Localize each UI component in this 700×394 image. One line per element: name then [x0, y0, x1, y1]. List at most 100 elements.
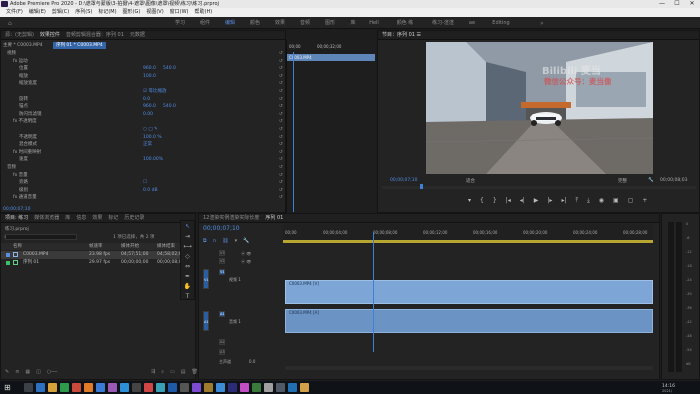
automate-icon[interactable]: ⇶: [151, 369, 155, 375]
track-target-a3[interactable]: A3: [219, 349, 225, 355]
effect-property-row[interactable]: 级别 0.0 dB ↺: [3, 188, 286, 194]
reset-parameter-icon[interactable]: ↺: [279, 180, 283, 186]
taskbar-app-icon[interactable]: [144, 383, 153, 392]
minimize-button[interactable]: —: [655, 0, 669, 8]
taskbar-app-icon[interactable]: [192, 383, 201, 392]
reset-parameter-icon[interactable]: ↺: [279, 142, 283, 148]
effect-property-value[interactable]: 0.00: [143, 112, 153, 118]
effect-property-row[interactable]: fx 音量 ↺: [3, 173, 286, 179]
menu-file[interactable]: 文件(F): [6, 8, 23, 17]
vr-icon[interactable]: ▢: [628, 197, 634, 205]
effect-property-value[interactable]: 100.0 %: [143, 135, 162, 141]
new-item-icon[interactable]: ▤: [181, 369, 186, 375]
reset-parameter-icon[interactable]: ↺: [279, 165, 283, 171]
reset-parameter-icon[interactable]: ↺: [279, 89, 283, 95]
play-button[interactable]: ▶: [534, 197, 539, 205]
program-scrub-bar[interactable]: [382, 186, 696, 189]
menu-view[interactable]: 视图(V): [146, 8, 163, 17]
reset-parameter-icon[interactable]: ↺: [279, 51, 283, 57]
program-video-frame[interactable]: Bilibili 麦当 微信公众号：麦当像: [426, 42, 653, 174]
track-target-v3[interactable]: V3: [219, 250, 225, 256]
wrench-icon[interactable]: 🔧: [648, 178, 654, 183]
lift-icon[interactable]: ⤒: [575, 197, 578, 205]
tab-project[interactable]: 项目: 练习: [5, 214, 28, 222]
taskbar-app-icon[interactable]: [72, 383, 81, 392]
taskbar-app-icon[interactable]: [288, 383, 297, 392]
maximize-button[interactable]: ☐: [670, 0, 684, 8]
pen-tool-icon[interactable]: ✒: [185, 273, 190, 280]
zoom-slider[interactable]: ○──: [47, 369, 57, 375]
tab-audio-mixer[interactable]: 音频剪辑混合器：序列 01: [66, 31, 124, 39]
taskbar-app-icon[interactable]: [84, 383, 93, 392]
menu-help[interactable]: 帮助(H): [195, 8, 213, 17]
menu-graphics[interactable]: 图形(G): [123, 8, 141, 17]
reset-parameter-icon[interactable]: ↺: [279, 157, 283, 163]
reset-parameter-icon[interactable]: ↺: [279, 74, 283, 80]
ec-clip-bar[interactable]: C0003.MP4: [287, 54, 375, 61]
tab-libraries[interactable]: 库: [65, 214, 70, 222]
reset-parameter-icon[interactable]: ↺: [279, 104, 283, 110]
freeform-view-icon[interactable]: ◫: [36, 369, 41, 375]
more-workspaces-icon[interactable]: »: [540, 20, 544, 27]
find-icon[interactable]: ⌕: [161, 369, 164, 375]
effect-property-row[interactable]: 防闪烁滤镜 0.00 ↺: [3, 112, 286, 118]
workspace-tab-assembly[interactable]: 组件: [195, 17, 215, 29]
program-timecode[interactable]: 00;00;07;10: [390, 178, 417, 183]
workspace-tab-color[interactable]: 颜色: [245, 17, 265, 29]
track-toggle-icons[interactable]: ⦿ 👁 ⦿ 👁: [241, 250, 251, 266]
workspace-tab-hell[interactable]: Hell: [365, 17, 383, 29]
taskbar-app-icon[interactable]: [264, 383, 273, 392]
workspace-tab-library[interactable]: 库: [345, 17, 361, 29]
effect-property-row[interactable]: ○ □ ✎ ↺: [3, 127, 286, 133]
effect-property-row[interactable]: 混合模式 正常 ↺: [3, 142, 286, 148]
workspace-tab-graphics[interactable]: 图形: [320, 17, 340, 29]
nest-icon[interactable]: ⧉: [203, 238, 207, 244]
effect-property-row[interactable]: 不透明度 100.0 % ↺: [3, 135, 286, 141]
home-icon[interactable]: ⌂: [8, 20, 12, 27]
effect-property-value[interactable]: 正常: [143, 142, 152, 148]
effect-property-row[interactable]: 位置 960.0 540.0 ↺: [3, 66, 286, 72]
back-one-frame-icon[interactable]: ◂|: [520, 197, 525, 205]
hand-tool-icon[interactable]: ✋: [184, 283, 191, 290]
forward-one-frame-icon[interactable]: |▸: [547, 197, 552, 205]
extract-icon[interactable]: ⤓: [587, 197, 590, 205]
linked-selection-icon[interactable]: ⛓: [222, 238, 228, 244]
reset-parameter-icon[interactable]: ↺: [279, 173, 283, 179]
workspace-tab-practice-render[interactable]: 练习-渲渲: [425, 17, 461, 29]
project-item-row[interactable]: C0003.MP4 23.98 fps 04;57;51;00 04;58;02…: [1, 251, 195, 259]
effect-property-row[interactable]: 锚点 960.0 540.0 ↺: [3, 104, 286, 110]
project-search-input[interactable]: [5, 234, 77, 240]
effect-property-row[interactable]: fx 通道音量 ↺: [3, 195, 286, 201]
slip-tool-icon[interactable]: ⇔: [185, 263, 190, 270]
track-target-v2[interactable]: V2: [219, 258, 225, 264]
taskbar-app-icon[interactable]: [108, 383, 117, 392]
taskbar-app-icon[interactable]: [48, 383, 57, 392]
effect-property-row[interactable]: 缩放 100.0 ↺: [3, 74, 286, 80]
reset-parameter-icon[interactable]: ↺: [279, 59, 283, 65]
tab-markers[interactable]: 标记: [108, 214, 118, 222]
effect-property-row[interactable]: 旁路 ☐ ↺: [3, 180, 286, 186]
effect-controls-timeline[interactable]: 00;00 00;00;32;00 C0003.MP4: [286, 40, 376, 213]
taskbar-app-icon[interactable]: [252, 383, 261, 392]
workspace-tab-learn[interactable]: 学习: [170, 17, 190, 29]
razor-tool-icon[interactable]: ◇: [185, 253, 190, 260]
taskbar-app-icon[interactable]: [240, 383, 249, 392]
workspace-tab-editing[interactable]: 编辑: [220, 17, 240, 29]
timeline-horizontal-scrollbar[interactable]: [285, 366, 653, 370]
effect-property-value[interactable]: 540.0: [163, 66, 176, 72]
add-marker-icon[interactable]: ▾: [235, 238, 238, 244]
track-target-v1[interactable]: V1: [219, 269, 225, 275]
snap-icon[interactable]: ∩: [213, 238, 217, 244]
mark-out-icon[interactable]: {: [480, 197, 484, 205]
taskbar-app-icon[interactable]: [96, 383, 105, 392]
col-name[interactable]: 名称: [13, 243, 22, 250]
taskbar-app-icon[interactable]: [228, 383, 237, 392]
track-target-a1[interactable]: A1: [219, 311, 225, 317]
taskbar-app-icon[interactable]: [276, 383, 285, 392]
tab-media-browser[interactable]: 媒体浏览器: [34, 214, 59, 222]
taskbar-app-icon[interactable]: [168, 383, 177, 392]
timeline-tab-sequence-01[interactable]: 序列 01: [265, 214, 283, 222]
comparison-view-icon[interactable]: ▣: [613, 197, 619, 205]
go-to-out-icon[interactable]: ▸|: [561, 197, 566, 205]
timeline-settings-icon[interactable]: 🔧: [243, 238, 249, 244]
